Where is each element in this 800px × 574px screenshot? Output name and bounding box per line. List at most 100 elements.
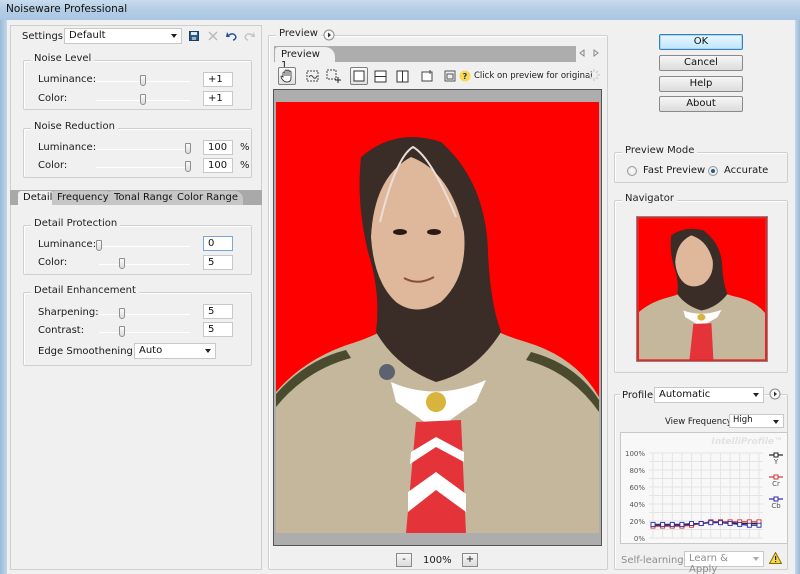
profile-menu-icon[interactable]	[769, 388, 781, 400]
intelliprofile-chart: IntelliProfile™ 100% 80% 60% 40% 20% 0% Y Cr Cb	[620, 432, 788, 544]
percent-unit: %	[240, 142, 250, 153]
slider-thumb[interactable]	[96, 240, 102, 251]
detail-protection-color-label: Color:	[38, 257, 68, 268]
detail-protection-luminance-slider[interactable]	[96, 240, 190, 252]
noise-level-luminance-input[interactable]: +1	[203, 72, 233, 87]
slider-thumb[interactable]	[140, 75, 146, 86]
split-vertical-icon[interactable]	[396, 70, 410, 83]
add-preview-icon[interactable]	[326, 69, 342, 84]
chart-watermark: IntelliProfile™	[711, 437, 783, 447]
help-icon[interactable]: ?	[459, 70, 471, 82]
noise-reduction-luminance-slider[interactable]	[96, 143, 191, 155]
navigator-thumbnail[interactable]	[636, 216, 768, 362]
chart-point-cb	[708, 520, 714, 526]
help-button[interactable]: Help	[659, 76, 743, 92]
sharpening-label: Sharpening:	[38, 307, 99, 318]
undo-icon[interactable]	[226, 31, 237, 41]
preview-photo[interactable]	[276, 102, 599, 533]
ok-button[interactable]: OK	[659, 34, 743, 50]
noise-reduction-color-input[interactable]: 100	[203, 158, 233, 173]
contrast-label: Contrast:	[38, 325, 85, 336]
cancel-button[interactable]: Cancel	[659, 55, 743, 71]
chart-ytick-label: 100%	[625, 450, 645, 458]
self-learning-dropdown[interactable]: Learn & Apply	[684, 551, 764, 574]
noise-level-color-slider[interactable]	[96, 94, 190, 106]
chevron-down-icon	[205, 349, 211, 353]
chart-ytick-label: 40%	[629, 501, 645, 509]
single-view-button[interactable]	[350, 67, 368, 85]
noise-level-luminance-slider[interactable]	[96, 75, 190, 87]
chart-point-cb	[660, 521, 666, 527]
tab-scroll-left-icon[interactable]	[578, 49, 586, 57]
slider-thumb[interactable]	[185, 143, 191, 154]
preview-menu-icon[interactable]	[323, 29, 335, 41]
redo-icon[interactable]	[244, 31, 255, 41]
chart-point-cb	[650, 521, 656, 527]
contrast-slider[interactable]	[99, 326, 190, 338]
preview-mode-title: Preview Mode	[622, 145, 698, 156]
chart-legend-marker-cr	[773, 474, 779, 480]
detail-protection-luminance-input[interactable]: 0	[203, 236, 233, 251]
select-preview-icon[interactable]	[306, 70, 320, 83]
eye-right	[427, 229, 441, 235]
detail-protection-color-slider[interactable]	[99, 258, 190, 270]
settings-label: Settings:	[22, 31, 67, 42]
noise-reduction-color-slider[interactable]	[96, 161, 191, 173]
noise-level-luminance-label: Luminance:	[38, 74, 97, 85]
edge-smoothening-dropdown[interactable]: Auto	[134, 343, 216, 359]
settings-tabbar: Detail Frequency Tonal Range Color Range	[10, 190, 262, 205]
chart-point-cb	[746, 522, 752, 528]
slider-thumb[interactable]	[118, 308, 125, 319]
detail-protection-color-input[interactable]: 5	[203, 255, 233, 270]
accurate-radio[interactable]	[708, 166, 718, 176]
slider-thumb[interactable]	[118, 326, 125, 337]
noise-reduction-color-label: Color:	[38, 160, 68, 171]
new-window-icon[interactable]	[421, 69, 435, 82]
contrast-input[interactable]: 5	[203, 322, 233, 337]
loading-spinner-icon	[588, 69, 600, 81]
slider-thumb[interactable]	[140, 94, 146, 105]
sharpening-input[interactable]: 5	[203, 304, 233, 319]
scout-badge	[379, 364, 395, 380]
split-horizontal-icon[interactable]	[374, 70, 388, 83]
zoom-in-button[interactable]: +	[462, 553, 478, 567]
tab-color-range[interactable]: Color Range	[172, 191, 243, 205]
navigator-photo	[636, 216, 768, 362]
slider-thumb[interactable]	[185, 161, 191, 172]
profile-label: Profile:	[620, 390, 659, 401]
zoom-out-button[interactable]: -	[396, 553, 412, 567]
compare-icon[interactable]	[444, 70, 457, 82]
hand-tool-button[interactable]	[278, 67, 296, 85]
sharpening-slider[interactable]	[99, 308, 190, 320]
chart-point-cb	[756, 522, 762, 528]
noise-level-title: Noise Level	[31, 53, 95, 64]
detail-enhancement-title: Detail Enhancement	[31, 285, 139, 296]
chevron-down-icon	[753, 393, 759, 397]
noise-level-color-input[interactable]: +1	[203, 91, 233, 106]
tab-preview-1[interactable]: Preview 1	[275, 47, 335, 71]
noise-reduction-title: Noise Reduction	[31, 121, 118, 132]
fast-preview-label[interactable]: Fast Preview	[643, 165, 705, 176]
delete-icon[interactable]	[208, 31, 218, 41]
warning-icon[interactable]	[769, 552, 782, 564]
profile-dropdown[interactable]: Automatic	[654, 387, 764, 403]
chart-ytick-label: 60%	[629, 484, 645, 492]
detail-protection-luminance-label: Luminance:	[38, 239, 97, 250]
about-button[interactable]: About	[659, 96, 743, 112]
chart-point-cb	[689, 521, 694, 527]
chart-legend-label-cr: Cr	[772, 480, 780, 488]
accurate-label[interactable]: Accurate	[724, 165, 768, 176]
view-frequency-value: High	[733, 415, 753, 425]
view-frequency-dropdown[interactable]: High	[729, 414, 784, 428]
navigator-title: Navigator	[622, 193, 677, 204]
slider-thumb[interactable]	[118, 258, 125, 269]
fast-preview-radio[interactable]	[627, 166, 637, 176]
edge-smoothening-value: Auto	[139, 345, 163, 356]
tab-frequency[interactable]: Frequency	[52, 191, 114, 205]
preview-title: Preview	[276, 28, 321, 39]
settings-dropdown[interactable]: Default	[64, 28, 182, 44]
tab-scroll-right-icon[interactable]	[592, 49, 600, 57]
noise-reduction-luminance-input[interactable]: 100	[203, 140, 233, 155]
tab-tonal-range[interactable]: Tonal Range	[109, 191, 180, 205]
save-icon[interactable]	[189, 31, 199, 41]
